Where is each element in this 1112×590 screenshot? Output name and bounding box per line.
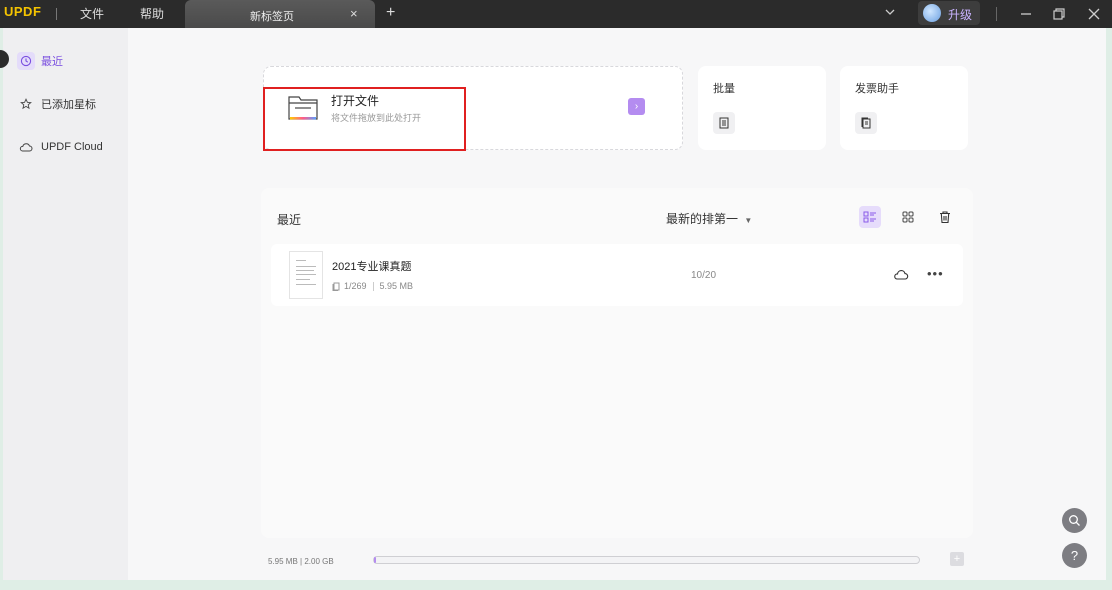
storage-text: 5.95 MB | 2.00 GB [268,557,334,566]
sidebar-collapse-handle[interactable] [0,50,9,68]
search-icon [1069,515,1080,526]
file-pages: 1/269 [344,281,367,291]
tab-close-button[interactable]: × [350,6,358,21]
sidebar: 最近 已添加星标 UPDF Cloud [0,28,128,580]
star-icon [17,95,35,113]
app-logo: UPDF [4,4,42,19]
help-button[interactable]: ? [1062,543,1087,568]
window-separator [996,7,997,21]
menu-file[interactable]: 文件 [80,5,104,22]
batch-title: 批量 [713,83,735,95]
sidebar-item-recent[interactable]: 最近 [17,50,63,72]
minimize-icon[interactable] [1016,4,1036,24]
tab-label: 新标签页 [250,11,294,23]
sort-label: 最新的排第一 [666,212,739,226]
cloud-upload-icon[interactable] [893,268,909,282]
app-window: 最近 已添加星标 UPDF Cloud 打开文件 将文件拖放到此处打开 › 批量… [0,28,1106,580]
cloud-icon [17,138,35,156]
restore-icon[interactable] [1049,4,1069,24]
list-view-button[interactable] [859,206,881,228]
sidebar-item-starred[interactable]: 已添加星标 [17,93,96,115]
avatar [923,4,941,22]
more-options-button[interactable]: ••• [927,266,944,281]
pages-icon [332,282,340,291]
invoice-title: 发票助手 [855,83,899,95]
chevron-down-icon[interactable] [884,6,896,18]
add-storage-button[interactable]: + [950,552,964,566]
grid-view-button[interactable] [897,206,919,228]
meta-separator [372,281,374,291]
tab-new[interactable]: 新标签页 × [185,0,375,28]
file-thumbnail [289,251,323,299]
title-bar: UPDF 文件 帮助 新标签页 × + 升级 [0,0,1112,28]
file-meta: 1/269 5.95 MB [332,281,413,291]
upgrade-button[interactable]: 升级 [918,1,980,25]
open-file-arrow-button[interactable]: › [628,98,645,115]
sidebar-item-cloud[interactable]: UPDF Cloud [17,136,103,158]
new-tab-button[interactable]: + [386,4,395,22]
upgrade-label: 升级 [948,8,973,22]
sidebar-item-label: 最近 [41,56,63,68]
invoice-card[interactable]: 发票助手 [840,66,968,150]
batch-icon [713,112,735,134]
close-icon[interactable] [1084,4,1104,24]
caret-down-icon: ▼ [744,216,753,225]
delete-button[interactable] [934,206,956,228]
recent-panel: 最近 最新的排第一 ▼ 2021专业课真题 1/269 5.95 MB 10/2… [261,188,973,538]
storage-bar [373,556,920,564]
invoice-icon [855,112,877,134]
file-row[interactable]: 2021专业课真题 1/269 5.95 MB 10/20 ••• [271,244,963,306]
grid-view-icon [902,211,914,223]
file-size: 5.95 MB [379,281,414,291]
sort-dropdown[interactable]: 最新的排第一 ▼ [666,210,752,227]
storage-fill [374,557,376,563]
trash-icon [940,211,950,224]
highlight-box [263,87,466,151]
clock-icon [17,52,35,70]
file-name: 2021专业课真题 [332,261,412,273]
recent-title: 最近 [277,213,302,227]
batch-card[interactable]: 批量 [698,66,826,150]
sidebar-item-label: 已添加星标 [41,99,96,111]
sidebar-item-label: UPDF Cloud [41,141,103,153]
file-progress: 10/20 [691,270,717,281]
list-view-icon [863,211,876,223]
search-button[interactable] [1062,508,1087,533]
menu-separator [56,8,57,20]
menu-help[interactable]: 帮助 [140,5,164,22]
